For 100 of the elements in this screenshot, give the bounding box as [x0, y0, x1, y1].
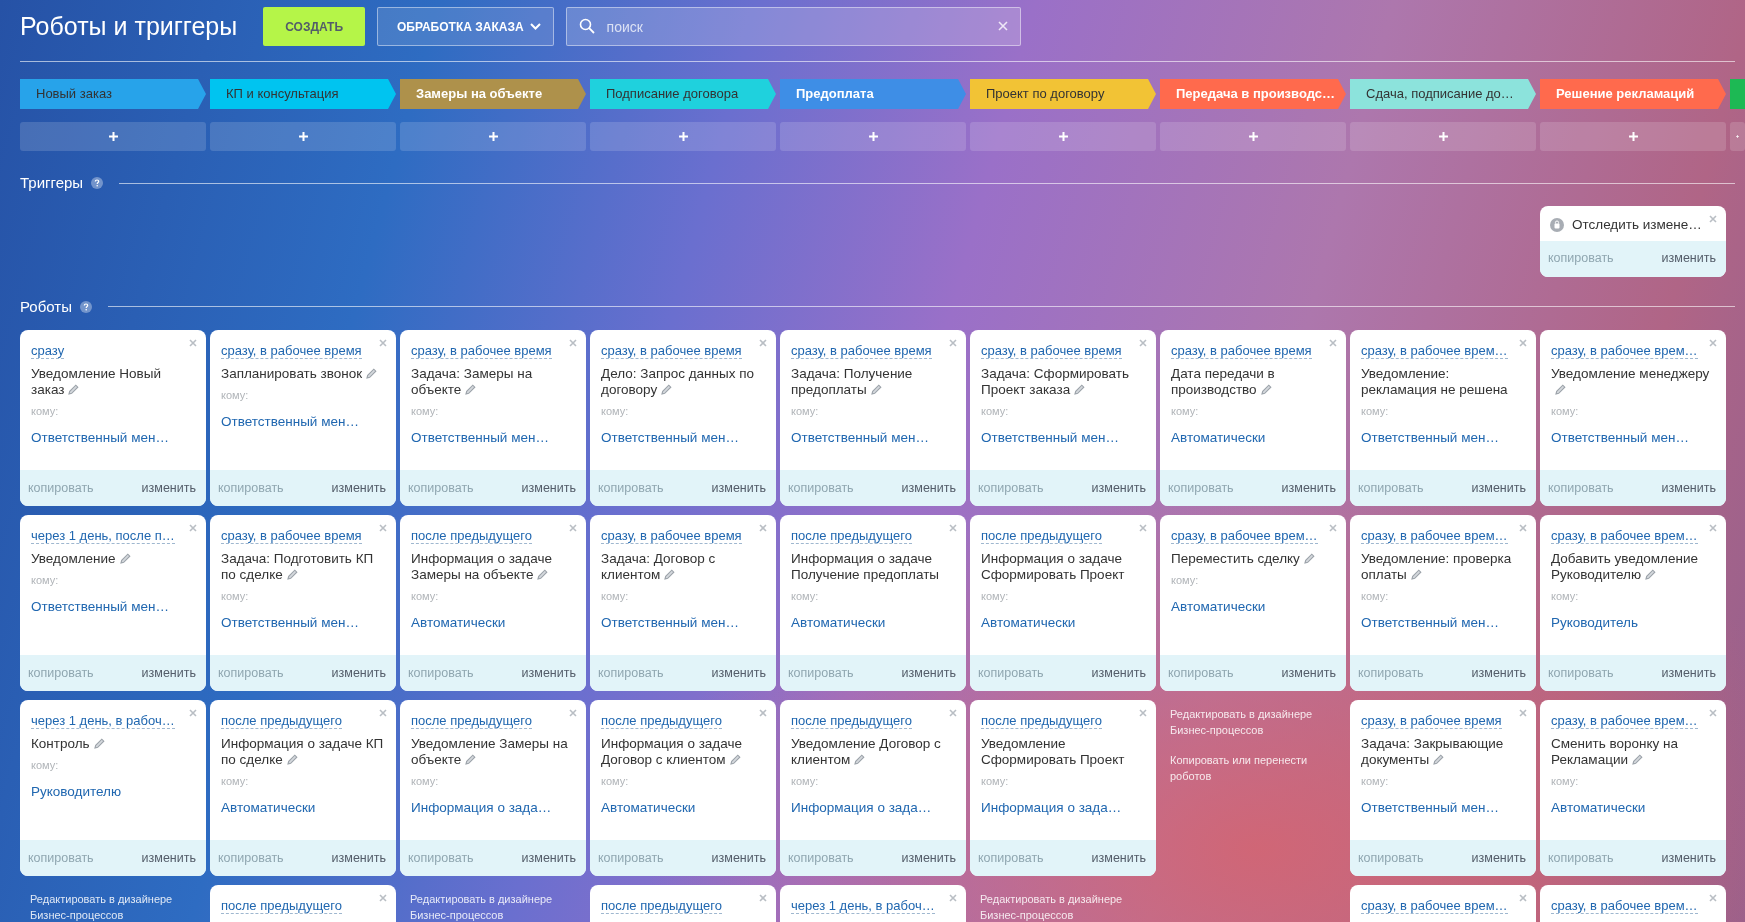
robot-card[interactable]: сразу, в рабочее врем…	[1540, 885, 1726, 922]
close-icon[interactable]	[949, 339, 957, 347]
robot-card[interactable]: после предыдущего Информация о задаче Замеры на объекте кому: Автоматически копировать изменить	[400, 515, 586, 691]
delay-link[interactable]: после предыдущего	[221, 713, 342, 729]
recipient-link[interactable]: Ответственный мен…	[1551, 428, 1689, 449]
robot-card[interactable]: после предыдущего	[590, 885, 776, 922]
recipient-link[interactable]: Автоматически	[1171, 428, 1266, 449]
add-robot-button[interactable]	[20, 122, 206, 151]
robot-card[interactable]: сразу, в рабочее время Задача: Закрывающие документы кому: Ответственный мен… копировать изменить	[1350, 700, 1536, 876]
robot-card[interactable]: через 1 день, после п… Уведомление кому: Ответственный мен… копировать изменить	[20, 515, 206, 691]
robot-card[interactable]: сразу, в рабочее время Дело: Запрос данных по договору кому: Ответственный мен… копировать изменить	[590, 330, 776, 506]
funnel-dropdown[interactable]: ОБРАБОТКА ЗАКАЗА	[377, 7, 554, 46]
edit-link[interactable]: изменить	[1661, 848, 1716, 868]
recipient-link[interactable]: Ответственный мен…	[411, 428, 549, 449]
delay-link[interactable]: после предыдущего	[411, 713, 532, 729]
close-icon[interactable]	[759, 524, 767, 532]
pencil-icon[interactable]	[93, 738, 105, 749]
pencil-icon[interactable]	[664, 569, 676, 580]
recipient-link[interactable]: Ответственный мен…	[1361, 613, 1499, 634]
delay-link[interactable]: после предыдущего	[221, 898, 342, 914]
create-button[interactable]: СОЗДАТЬ	[263, 7, 365, 46]
edit-link[interactable]: изменить	[711, 848, 766, 868]
delay-link[interactable]: сразу, в рабочее врем…	[1361, 343, 1508, 359]
close-icon[interactable]	[189, 339, 197, 347]
search-field[interactable]: поиск	[565, 7, 1021, 46]
edit-link[interactable]: изменить	[1471, 663, 1526, 683]
close-icon[interactable]	[1709, 709, 1717, 717]
recipient-link[interactable]: Автоматически	[1171, 597, 1266, 618]
edit-link[interactable]: изменить	[901, 848, 956, 868]
add-robot-button[interactable]	[970, 122, 1156, 151]
add-robot-button[interactable]	[1540, 122, 1726, 151]
edit-link[interactable]: изменить	[1661, 249, 1716, 268]
close-icon[interactable]	[1519, 709, 1527, 717]
close-icon[interactable]	[1709, 524, 1717, 532]
delay-link[interactable]: после предыдущего	[981, 528, 1102, 544]
designer-link[interactable]: Редактировать в дизайнере Бизнес-процессов	[980, 891, 1146, 922]
robot-card[interactable]: сразу, в рабочее время Задача: Замеры на объекте кому: Ответственный мен… копировать изменить	[400, 330, 586, 506]
recipient-link[interactable]: Ответственный мен…	[1361, 428, 1499, 449]
delay-link[interactable]: после предыдущего	[411, 528, 532, 544]
add-robot-button[interactable]	[210, 122, 396, 151]
edit-link[interactable]: изменить	[1661, 478, 1716, 498]
recipient-link[interactable]: Информация о зада…	[981, 798, 1122, 819]
pencil-icon[interactable]	[1433, 754, 1445, 765]
delay-link[interactable]: сразу, в рабочее время	[411, 343, 552, 359]
stage-tab[interactable]: Сдача, подписание до…	[1350, 79, 1536, 109]
recipient-link[interactable]: Руководитель	[1551, 613, 1638, 634]
edit-link[interactable]: изменить	[141, 663, 196, 683]
add-robot-button[interactable]	[1350, 122, 1536, 151]
delay-link[interactable]: сразу, в рабочее время	[221, 343, 362, 359]
edit-link[interactable]: изменить	[141, 478, 196, 498]
close-icon[interactable]	[1519, 339, 1527, 347]
delay-link[interactable]: после предыдущего	[601, 713, 722, 729]
close-icon[interactable]	[1519, 524, 1527, 532]
delay-link[interactable]: сразу, в рабочее время	[221, 528, 362, 544]
recipient-link[interactable]: Автоматически	[1551, 798, 1646, 819]
delay-link[interactable]: сразу	[31, 343, 65, 359]
delay-link[interactable]: сразу, в рабочее время	[981, 343, 1122, 359]
robot-card[interactable]: сразу, в рабочее время Задача: Сформировать Проект заказа кому: Ответственный мен… копировать изменить	[970, 330, 1156, 506]
robot-card[interactable]: сразу, в рабочее врем… Уведомление: рекламация не решена кому: Ответственный мен… копировать изменить	[1350, 330, 1536, 506]
close-icon[interactable]	[1709, 339, 1717, 347]
designer-link[interactable]: Редактировать в дизайнере Бизнес-процессов	[410, 891, 576, 922]
close-icon[interactable]	[759, 894, 767, 902]
close-icon[interactable]	[569, 339, 577, 347]
close-icon[interactable]	[1709, 894, 1717, 902]
recipient-link[interactable]: Руководителю	[31, 782, 122, 803]
close-icon[interactable]	[1139, 339, 1147, 347]
edit-link[interactable]: изменить	[331, 848, 386, 868]
close-icon[interactable]	[379, 524, 387, 532]
close-icon[interactable]	[379, 894, 387, 902]
delay-link[interactable]: сразу, в рабочее врем…	[1551, 713, 1698, 729]
edit-link[interactable]: изменить	[1091, 848, 1146, 868]
close-icon[interactable]	[759, 339, 767, 347]
close-icon[interactable]	[1139, 524, 1147, 532]
robot-card[interactable]: после предыдущего Информация о задаче Сформировать Проект кому: Автоматически копировать изменить	[970, 515, 1156, 691]
close-icon[interactable]	[1329, 339, 1337, 347]
recipient-link[interactable]: Информация о зада…	[791, 798, 932, 819]
robot-card[interactable]: после предыдущего Уведомление Сформировать Проект кому: Информация о зада… копировать изменить	[970, 700, 1156, 876]
delay-link[interactable]: сразу, в рабочее врем…	[1551, 528, 1698, 544]
close-icon[interactable]	[569, 524, 577, 532]
edit-link[interactable]: изменить	[141, 848, 196, 868]
recipient-link[interactable]: Ответственный мен…	[601, 428, 739, 449]
delay-link[interactable]: сразу, в рабочее время	[1361, 713, 1502, 729]
stage-tab[interactable]: Предоплата	[780, 79, 966, 109]
recipient-link[interactable]: Ответственный мен…	[31, 597, 169, 618]
delay-link[interactable]: сразу, в рабочее врем…	[1171, 528, 1318, 544]
pencil-icon[interactable]	[729, 754, 741, 765]
recipient-link[interactable]: Ответственный мен…	[221, 613, 359, 634]
recipient-link[interactable]: Ответственный мен…	[601, 613, 739, 634]
robot-card[interactable]: сразу, в рабочее врем… Уведомление: проверка оплаты кому: Ответственный мен… копировать изменить	[1350, 515, 1536, 691]
delay-link[interactable]: через 1 день, в рабоч…	[791, 898, 935, 914]
recipient-link[interactable]: Ответственный мен…	[1361, 798, 1499, 819]
edit-link[interactable]: изменить	[1471, 848, 1526, 868]
delay-link[interactable]: после предыдущего	[791, 713, 912, 729]
close-icon[interactable]	[1519, 894, 1527, 902]
delay-link[interactable]: сразу, в рабочее врем…	[1361, 898, 1508, 914]
edit-link[interactable]: изменить	[521, 848, 576, 868]
close-icon[interactable]	[1709, 214, 1717, 223]
edit-link[interactable]: изменить	[901, 663, 956, 683]
robot-card[interactable]: сразу, в рабочее время Запланировать звонок кому: Ответственный мен… копировать изменить	[210, 330, 396, 506]
add-robot-button[interactable]	[780, 122, 966, 151]
